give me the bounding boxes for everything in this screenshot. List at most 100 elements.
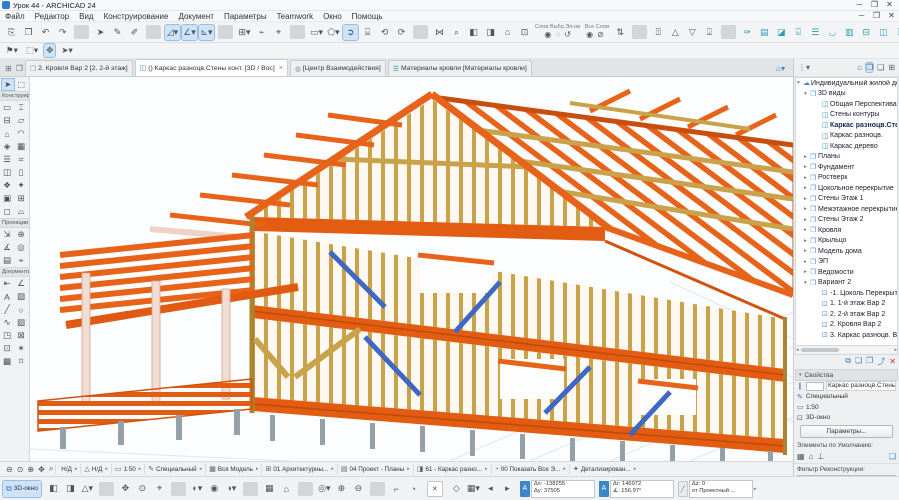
view-tab[interactable]: ◫ () Каркас разноцв.Стены конт. [3D / Во… [135, 59, 288, 76]
pop-up-navigator-icon[interactable]: ❐ [16, 64, 23, 73]
perspective-view-icon[interactable]: ◨ [63, 481, 78, 496]
favorites-icon[interactable]: ⚑▾ [4, 44, 20, 57]
project-map-icon[interactable]: ⌂ [857, 63, 862, 72]
line-tool[interactable]: ╱ [0, 303, 14, 316]
send-view-icon[interactable]: ⤴ [877, 356, 885, 367]
contours-icon[interactable]: ◑▾ [224, 481, 239, 496]
view-tab[interactable]: ◍ [Центр Взаимодействия] × [290, 60, 386, 76]
section-tool[interactable]: ⇲ [0, 228, 14, 241]
trim-icon[interactable]: ⋈ [432, 25, 447, 40]
properties-section-header[interactable]: ▾ Свойства [795, 369, 898, 381]
label-tool[interactable]: ▨ [14, 290, 28, 303]
shadows-icon[interactable]: ◉ [207, 481, 222, 496]
info-box-icon[interactable]: ⌸ [360, 25, 375, 40]
structure-elements-icon[interactable]: ⊥ [817, 452, 824, 461]
separator[interactable] [171, 482, 186, 496]
elevation-tool[interactable]: ⊕ [14, 228, 28, 241]
orientation-select[interactable]: △ Н/Д ▸ [80, 464, 110, 475]
tree-item[interactable]: ▸ Стены Этаж 1 [796, 194, 897, 205]
tree-item[interactable]: ▸ Ростверк [796, 173, 897, 184]
tree-item[interactable]: Каркас дерево [796, 141, 897, 152]
tree-item[interactable]: Общая Перспектива [796, 99, 897, 110]
zoom-out-icon[interactable]: ⊖ [6, 465, 13, 474]
menu-item[interactable]: Файл [0, 12, 30, 21]
redo-icon[interactable]: ↷ [55, 25, 70, 40]
view-tab[interactable]: ☰ Материалы кровли [Материалы кровли] × [388, 60, 532, 76]
project-chooser-icon[interactable]: ⋮▾ [798, 63, 810, 72]
toolbox-section-title[interactable]: Документир [0, 267, 29, 277]
view-name-field[interactable]: Каркас разноцв.Стены конт. [826, 381, 896, 391]
tab-close-icon[interactable]: × [279, 65, 283, 72]
view-tab[interactable]: ❐ 2. Кровля Вар 2 [2. 2-й этаж] × [25, 60, 133, 76]
guide-lines-icon[interactable]: ◿▾ [165, 25, 180, 40]
toolbox-section-title[interactable]: Конструиров [0, 91, 29, 101]
model-view-options-select[interactable]: ◨ 61 - Каркас разно... ▸ [413, 464, 491, 475]
pick-up-parameters-icon[interactable]: ✎ [110, 25, 125, 40]
camera-tool[interactable]: ⌖ [14, 254, 28, 267]
rotate-left-icon[interactable]: ⟲ [377, 25, 392, 40]
skylight-tool[interactable]: ⌓ [14, 205, 28, 218]
lower-icon[interactable]: ▽ [685, 25, 700, 40]
split-icon[interactable]: ◧ [466, 25, 481, 40]
angle-dimension-tool[interactable]: ∠ [14, 277, 28, 290]
tree-item[interactable]: ▸ Крыльцо [796, 236, 897, 247]
detail-tool[interactable]: ◎ [14, 241, 28, 254]
menu-item[interactable]: Помощь [347, 12, 388, 21]
fill-tool[interactable]: ▧ [14, 316, 28, 329]
origin-icon[interactable]: ⌖ [271, 25, 286, 40]
settings-folder-icon[interactable]: ❏ [889, 452, 896, 461]
tree-item[interactable]: 1. 1-й этаж Вар 2 [796, 299, 897, 310]
tree-item[interactable]: ▸ ЭП [796, 257, 897, 268]
window-tool[interactable]: ▯ [14, 166, 28, 179]
resize-icon[interactable]: ⊡ [517, 25, 532, 40]
polygon-method-icon[interactable]: ⬠▾ [326, 25, 341, 40]
render-icon[interactable]: ◔ [406, 481, 421, 496]
menu-item[interactable]: Параметры [219, 12, 272, 21]
explore-model-icon[interactable]: ⊙ [135, 481, 150, 496]
separator[interactable] [99, 482, 114, 496]
beam-tool[interactable]: ⊟ [0, 114, 14, 127]
send-back-icon[interactable]: ⍗ [702, 25, 717, 40]
arrow-tool[interactable]: ➤ [2, 79, 14, 90]
3d-styles-icon[interactable]: ▦ [262, 481, 277, 496]
layout-book-icon[interactable]: ❏ [877, 63, 884, 72]
bring-forward-icon[interactable]: ⍐ [651, 25, 666, 40]
duplicate-view-icon[interactable]: ⧉ [845, 356, 851, 367]
structure-display-select[interactable]: ▦ Вся Модель ▸ [205, 464, 261, 475]
separator[interactable] [146, 25, 161, 39]
tree-item[interactable]: ▸ Цокольное перекрытие [796, 183, 897, 194]
move-up-down-icon[interactable]: ⇅ [613, 25, 628, 40]
doc-close-button[interactable]: ✕ [884, 11, 899, 21]
figure-tool[interactable]: ⊠ [14, 329, 28, 342]
text-tool[interactable]: A [0, 290, 14, 303]
3d-window-mode-button[interactable]: ⧉ 3D-окно [3, 481, 41, 497]
roof-tool[interactable]: ⌂ [0, 127, 14, 140]
separator[interactable] [413, 25, 428, 39]
tree-item[interactable]: ▾ 3D виды [796, 89, 897, 100]
mep-icon[interactable]: ⌺ [791, 25, 806, 40]
slab-tool[interactable]: ▱ [14, 114, 28, 127]
curtain-wall-tool[interactable]: ⊞ [14, 192, 28, 205]
fillet-icon[interactable]: ⌂ [500, 25, 515, 40]
tree-horizontal-scrollbar[interactable]: ◂▸ [795, 346, 898, 355]
grid-snap-icon[interactable]: ⊞▾ [237, 25, 252, 40]
sun-settings-icon[interactable]: ⌐ [389, 481, 404, 496]
layer-group-icons[interactable]: ◉⊘ [584, 31, 610, 39]
inject-parameters-icon[interactable]: ✐ [127, 25, 142, 40]
layer-combination-select[interactable]: ⊞ 01 Архитектурны... ▸ [261, 464, 336, 475]
marquee-mode-icon[interactable]: ⬚▾ [24, 44, 40, 57]
tree-item[interactable]: ▸ Планы [796, 152, 897, 163]
tree-item[interactable]: ▾ Индивидуальный жилой дом и ег [796, 78, 897, 89]
view-id-input[interactable] [806, 382, 824, 391]
story-settings-icon[interactable]: ☰ [808, 25, 823, 40]
fit-in-window-icon[interactable]: ⊙ [17, 465, 24, 474]
stair-tool[interactable]: ☰ [0, 153, 14, 166]
grid-elements-icon[interactable]: ▦ [797, 452, 805, 461]
camera-settings-icon[interactable]: ◎▾ [317, 481, 332, 496]
pen-set-row[interactable]: ✎ Специальный [794, 392, 899, 403]
tree-item[interactable]: Стены контуры [796, 110, 897, 121]
door-tool[interactable]: ◫ [0, 166, 14, 179]
arc-icon[interactable]: ◡ [825, 25, 840, 40]
new-file-icon[interactable]: ⎘ [4, 25, 19, 40]
separator[interactable] [74, 25, 89, 39]
